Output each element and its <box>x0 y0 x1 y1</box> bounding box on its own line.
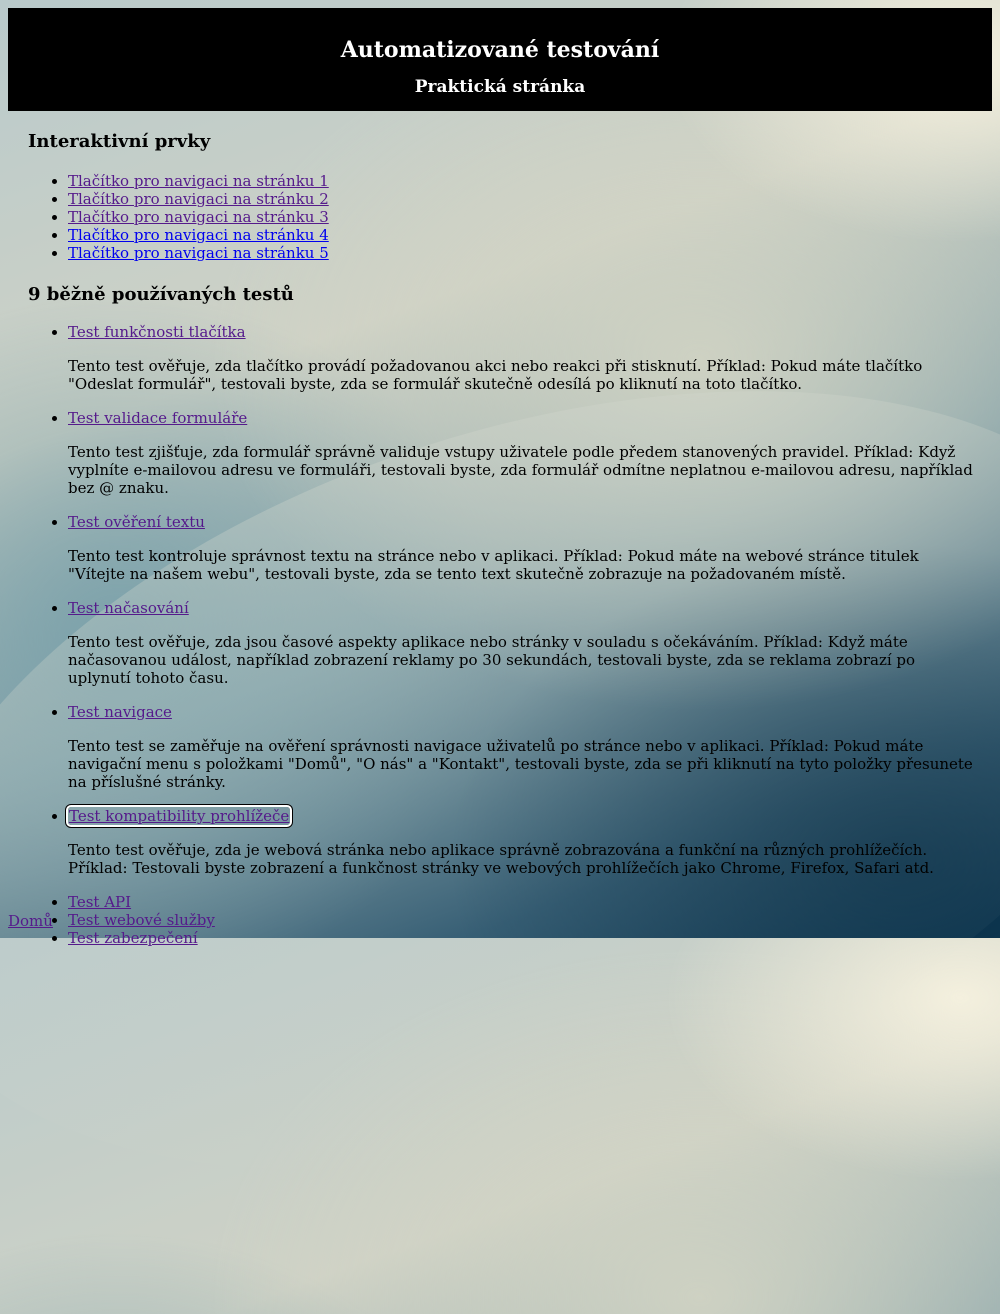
list-item: Tlačítko pro navigaci na stránku 3 <box>68 208 978 226</box>
main-content: Interaktivní prvky Tlačítko pro navigaci… <box>28 130 978 947</box>
list-item: Tlačítko pro navigaci na stránku 4 <box>68 226 978 244</box>
tests-list: Test funkčnosti tlačítka Tento test ověř… <box>28 323 978 947</box>
nav-link-page-2[interactable]: Tlačítko pro navigaci na stránku 2 <box>68 190 329 208</box>
test-item: Test navigace Tento test se zaměřuje na … <box>68 703 978 791</box>
test-description: Tento test ověřuje, zda je webová stránk… <box>68 841 934 877</box>
test-item: Test funkčnosti tlačítka Tento test ověř… <box>68 323 978 393</box>
nav-link-page-3[interactable]: Tlačítko pro navigaci na stránku 3 <box>68 208 329 226</box>
nav-link-page-1[interactable]: Tlačítko pro navigaci na stránku 1 <box>68 172 329 190</box>
test-item: Test webové služby <box>68 911 978 929</box>
nav-link-page-5[interactable]: Tlačítko pro navigaci na stránku 5 <box>68 244 329 262</box>
page-header: Automatizované testování Praktická strán… <box>8 8 992 111</box>
test-link-security[interactable]: Test zabezpečení <box>68 929 198 947</box>
test-link-browser-compatibility[interactable]: Test kompatibility prohlížeče <box>65 805 293 827</box>
test-description: Tento test ověřuje, zda jsou časové aspe… <box>68 633 916 687</box>
list-item: Tlačítko pro navigaci na stránku 1 <box>68 172 978 190</box>
page-title: Automatizované testování <box>340 37 660 63</box>
tests-heading: 9 běžně používaných testů <box>28 284 294 305</box>
test-link-text-verification[interactable]: Test ověření textu <box>68 513 205 531</box>
test-link-navigation[interactable]: Test navigace <box>68 703 172 721</box>
test-description: Tento test zjišťuje, zda formulář správn… <box>68 443 973 497</box>
test-item: Test validace formuláře Tento test zjišť… <box>68 409 978 497</box>
page-subtitle: Praktická stránka <box>414 77 586 97</box>
test-link-timing[interactable]: Test načasování <box>68 599 189 617</box>
test-item: Test načasování Tento test ověřuje, zda … <box>68 599 978 687</box>
interactive-heading: Interaktivní prvky <box>28 131 211 152</box>
test-description: Tento test ověřuje, zda tlačítko provádí… <box>68 357 923 393</box>
list-item: Tlačítko pro navigaci na stránku 2 <box>68 190 978 208</box>
test-item: Test kompatibility prohlížeče Tento test… <box>65 805 978 877</box>
test-link-web-service[interactable]: Test webové služby <box>68 911 215 929</box>
test-item: Test zabezpečení <box>68 929 978 947</box>
nav-link-page-4[interactable]: Tlačítko pro navigaci na stránku 4 <box>68 226 329 244</box>
test-item: Test API <box>68 893 978 911</box>
test-link-button-functionality[interactable]: Test funkčnosti tlačítka <box>68 323 246 341</box>
list-item: Tlačítko pro navigaci na stránku 5 <box>68 244 978 262</box>
navigation-links-list: Tlačítko pro navigaci na stránku 1 Tlačí… <box>28 172 978 262</box>
test-description: Tento test se zaměřuje na ověření správn… <box>68 737 973 791</box>
test-link-form-validation[interactable]: Test validace formuláře <box>68 409 247 427</box>
test-description: Tento test kontroluje správnost textu na… <box>68 547 919 583</box>
test-item: Test ověření textu Tento test kontroluje… <box>68 513 978 583</box>
test-link-api[interactable]: Test API <box>68 893 131 911</box>
home-link[interactable]: Domů <box>8 912 53 930</box>
